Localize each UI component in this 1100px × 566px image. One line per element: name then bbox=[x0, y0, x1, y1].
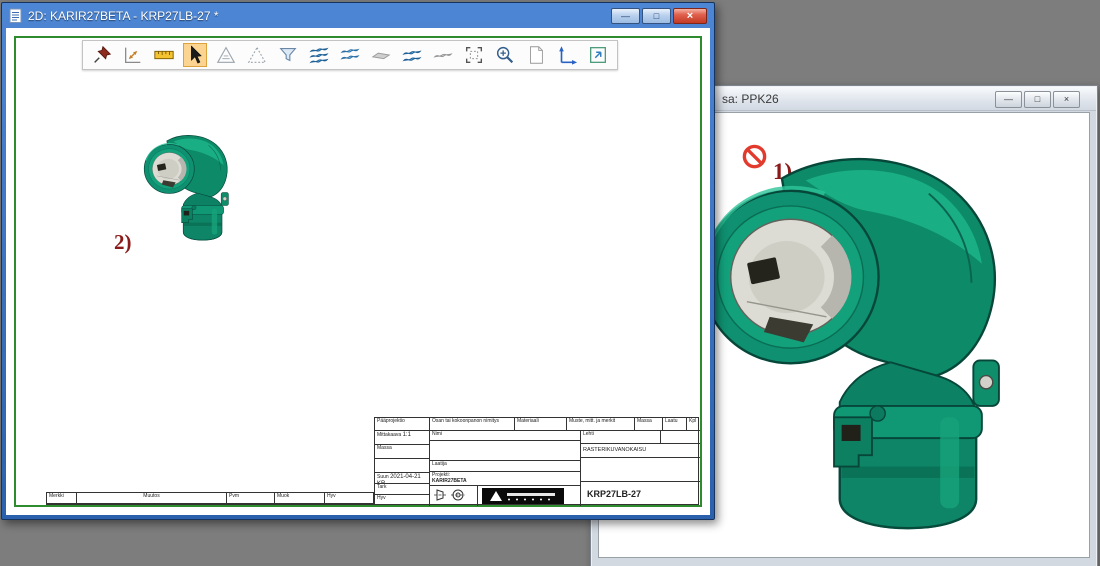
filter-icon[interactable] bbox=[276, 43, 300, 67]
ruler-icon[interactable] bbox=[152, 43, 176, 67]
layers-pair-icon[interactable] bbox=[400, 43, 424, 67]
layers-stack-icon[interactable] bbox=[307, 43, 331, 67]
company-logo-icon bbox=[487, 489, 559, 503]
title-block-header: Massa bbox=[635, 418, 663, 431]
fit-view-icon[interactable] bbox=[586, 43, 610, 67]
revision-date-cell: Pvm bbox=[227, 493, 275, 504]
select-arrow-icon[interactable] bbox=[183, 43, 207, 67]
empty-cell bbox=[661, 431, 700, 444]
triangle-dashed-icon[interactable] bbox=[245, 43, 269, 67]
sheet-icon[interactable] bbox=[524, 43, 548, 67]
doc-title-cell: RASTERIKUVANOKAISU bbox=[581, 444, 700, 458]
scale-cell: Mittakaava 1:1 bbox=[375, 431, 430, 445]
sign-suun-cell: Suun 2021-04-21 KR bbox=[375, 473, 430, 484]
desktop: sa: PPK26 — □ × 1) 2D: KARIR27BETA - KRP… bbox=[0, 0, 1100, 566]
main-window: 2D: KARIR27BETA - KRP27LB-27 * — □ × bbox=[1, 2, 715, 520]
doc-number-cell: KRP27LB-27 bbox=[581, 482, 700, 506]
secondary-window-title: sa: PPK26 bbox=[722, 92, 779, 106]
sheet-label-cell: Lehti bbox=[581, 431, 661, 444]
name-cell: Nimi bbox=[430, 431, 581, 441]
title-block-header: Laatu bbox=[663, 418, 687, 431]
title-block-header: Muste, mitt. ja merkit bbox=[567, 418, 635, 431]
triangle-icon[interactable] bbox=[214, 43, 238, 67]
pipe-fitting-3d-large bbox=[691, 133, 1015, 531]
empty-cell bbox=[430, 441, 581, 461]
layer-wave-gray-icon[interactable] bbox=[431, 43, 455, 67]
zoom-window-icon[interactable] bbox=[462, 43, 486, 67]
close-button[interactable]: × bbox=[673, 8, 707, 24]
dimension-icon[interactable] bbox=[121, 43, 145, 67]
title-block: Pääprojektio Osan tai kokoonpanon nimity… bbox=[374, 417, 699, 505]
layers-stack-alt-icon[interactable] bbox=[338, 43, 362, 67]
sign-hyv-cell: Hyv bbox=[375, 495, 430, 506]
main-titlebar[interactable]: 2D: KARIR27BETA - KRP27LB-27 * — □ × bbox=[3, 4, 713, 28]
revision-change-cell: Muutos bbox=[77, 493, 227, 504]
sign-tark-cell: Tark bbox=[375, 484, 430, 495]
revision-strip: Merkki Muutos Pvm Muok Hyv bbox=[46, 492, 374, 505]
close-button[interactable]: × bbox=[1053, 91, 1080, 108]
logo-box bbox=[482, 488, 564, 504]
drawing-area: 2) Pääprojektio Osan tai kokoonpanon nim… bbox=[6, 28, 710, 515]
main-window-controls: — □ × bbox=[611, 8, 707, 24]
revision-editor-cell: Muok bbox=[275, 493, 325, 504]
projection-symbol-cell bbox=[430, 486, 478, 506]
annotation-2: 2) bbox=[114, 230, 132, 255]
pin-icon[interactable] bbox=[90, 43, 114, 67]
minimize-button[interactable]: — bbox=[995, 91, 1022, 108]
project-cell: Projekti:KARIR27BETA bbox=[430, 472, 581, 486]
pipe-fitting-raster-small bbox=[141, 128, 233, 241]
mass-cell: Massa bbox=[375, 445, 430, 459]
axes-icon[interactable] bbox=[555, 43, 579, 67]
title-block-header: Osan tai kokoonpanon nimitys bbox=[430, 418, 515, 431]
projection-symbol-icon bbox=[432, 487, 476, 503]
main-window-title: 2D: KARIR27BETA - KRP27LB-27 * bbox=[28, 9, 219, 23]
empty-cell bbox=[581, 458, 700, 482]
drawing-toolbar bbox=[82, 40, 618, 70]
maximize-button[interactable]: □ bbox=[642, 8, 671, 24]
title-block-header: Kpl bbox=[687, 418, 700, 431]
maximize-button[interactable]: □ bbox=[1024, 91, 1051, 108]
document-icon bbox=[9, 8, 23, 24]
minimize-button[interactable]: — bbox=[611, 8, 640, 24]
logo-cell bbox=[478, 486, 581, 506]
title-block-header: Materiaali bbox=[515, 418, 567, 431]
revision-left-cell: Merkki bbox=[47, 493, 77, 504]
revision-approve-cell: Hyv bbox=[325, 493, 373, 504]
layer-flat-gray-icon[interactable] bbox=[369, 43, 393, 67]
zoom-in-icon[interactable] bbox=[493, 43, 517, 67]
secondary-window-controls: — □ × bbox=[995, 91, 1080, 108]
empty-cell bbox=[375, 459, 430, 473]
author-cell: Laatija bbox=[430, 461, 581, 472]
title-block-header: Pääprojektio bbox=[375, 418, 430, 431]
